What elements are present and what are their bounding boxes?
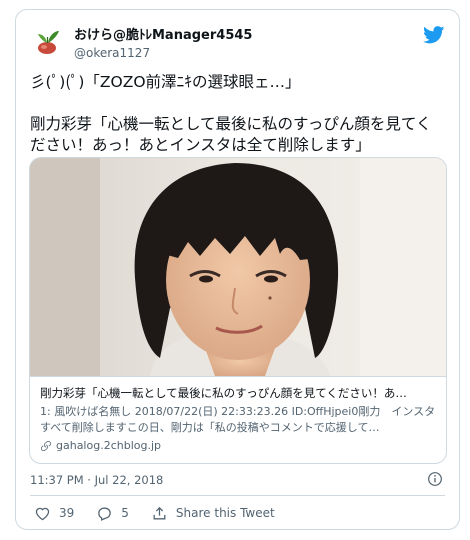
portrait-photo	[30, 158, 446, 376]
share-upload-icon	[153, 506, 166, 519]
author-display-name[interactable]: おけら@脆ﾄﾚManager4545	[74, 24, 252, 43]
heart-icon	[35, 507, 50, 520]
card-body[interactable]: 剛力彩芽「心機一転として最後に私のすっぴん顔を見てください！あ… 1: 風吹けば…	[30, 376, 446, 463]
link-card[interactable]: 剛力彩芽「心機一転として最後に私のすっぴん顔を見てください！あ… 1: 風吹けば…	[29, 157, 447, 464]
author-handle[interactable]: @okera1127	[74, 46, 252, 60]
info-icon[interactable]	[427, 471, 443, 487]
embedded-tweet: おけら@脆ﾄﾚManager4545 @okera1127 彡(ﾟ)(ﾟ)「ZO…	[15, 9, 460, 530]
reply-count: 5	[121, 506, 129, 520]
card-description: 1: 風吹けば名無し 2018/07/22(日) 22:33:23.26 ID:…	[40, 405, 436, 434]
author-names: おけら@脆ﾄﾚManager4545 @okera1127	[74, 24, 252, 60]
author-avatar[interactable]	[30, 22, 66, 58]
card-domain-text[interactable]: gahalog.2chblog.jp	[56, 438, 161, 454]
reply-button[interactable]: 5	[96, 505, 129, 522]
share-button[interactable]: Share this Tweet	[151, 505, 275, 522]
leaf-sprout-avatar-icon	[30, 22, 66, 58]
card-domain: gahalog.2chblog.jp	[40, 438, 438, 454]
twitter-bird-icon[interactable]	[423, 26, 445, 44]
like-count: 39	[59, 506, 75, 520]
card-image[interactable]	[30, 158, 446, 376]
reply-bubble-icon	[98, 507, 112, 521]
divider	[30, 495, 445, 496]
link-icon	[41, 441, 51, 452]
tweet-header: おけら@脆ﾄﾚManager4545 @okera1127	[30, 22, 447, 62]
tweet-timestamp[interactable]: 11:37 PM · Jul 22, 2018	[30, 473, 163, 487]
share-label: Share this Tweet	[175, 506, 275, 520]
like-button[interactable]: 39	[34, 505, 74, 522]
tweet-actions: 39 5 Share this Tweet	[30, 502, 275, 524]
tweet-text: 彡(ﾟ)(ﾟ)「ZOZO前澤ﾆｷの選球眼ェ…」 剛力彩芽「心機一転として最後に私…	[30, 73, 432, 154]
card-title[interactable]: 剛力彩芽「心機一転として最後に私のすっぴん顔を見てください！あ…	[40, 385, 438, 401]
